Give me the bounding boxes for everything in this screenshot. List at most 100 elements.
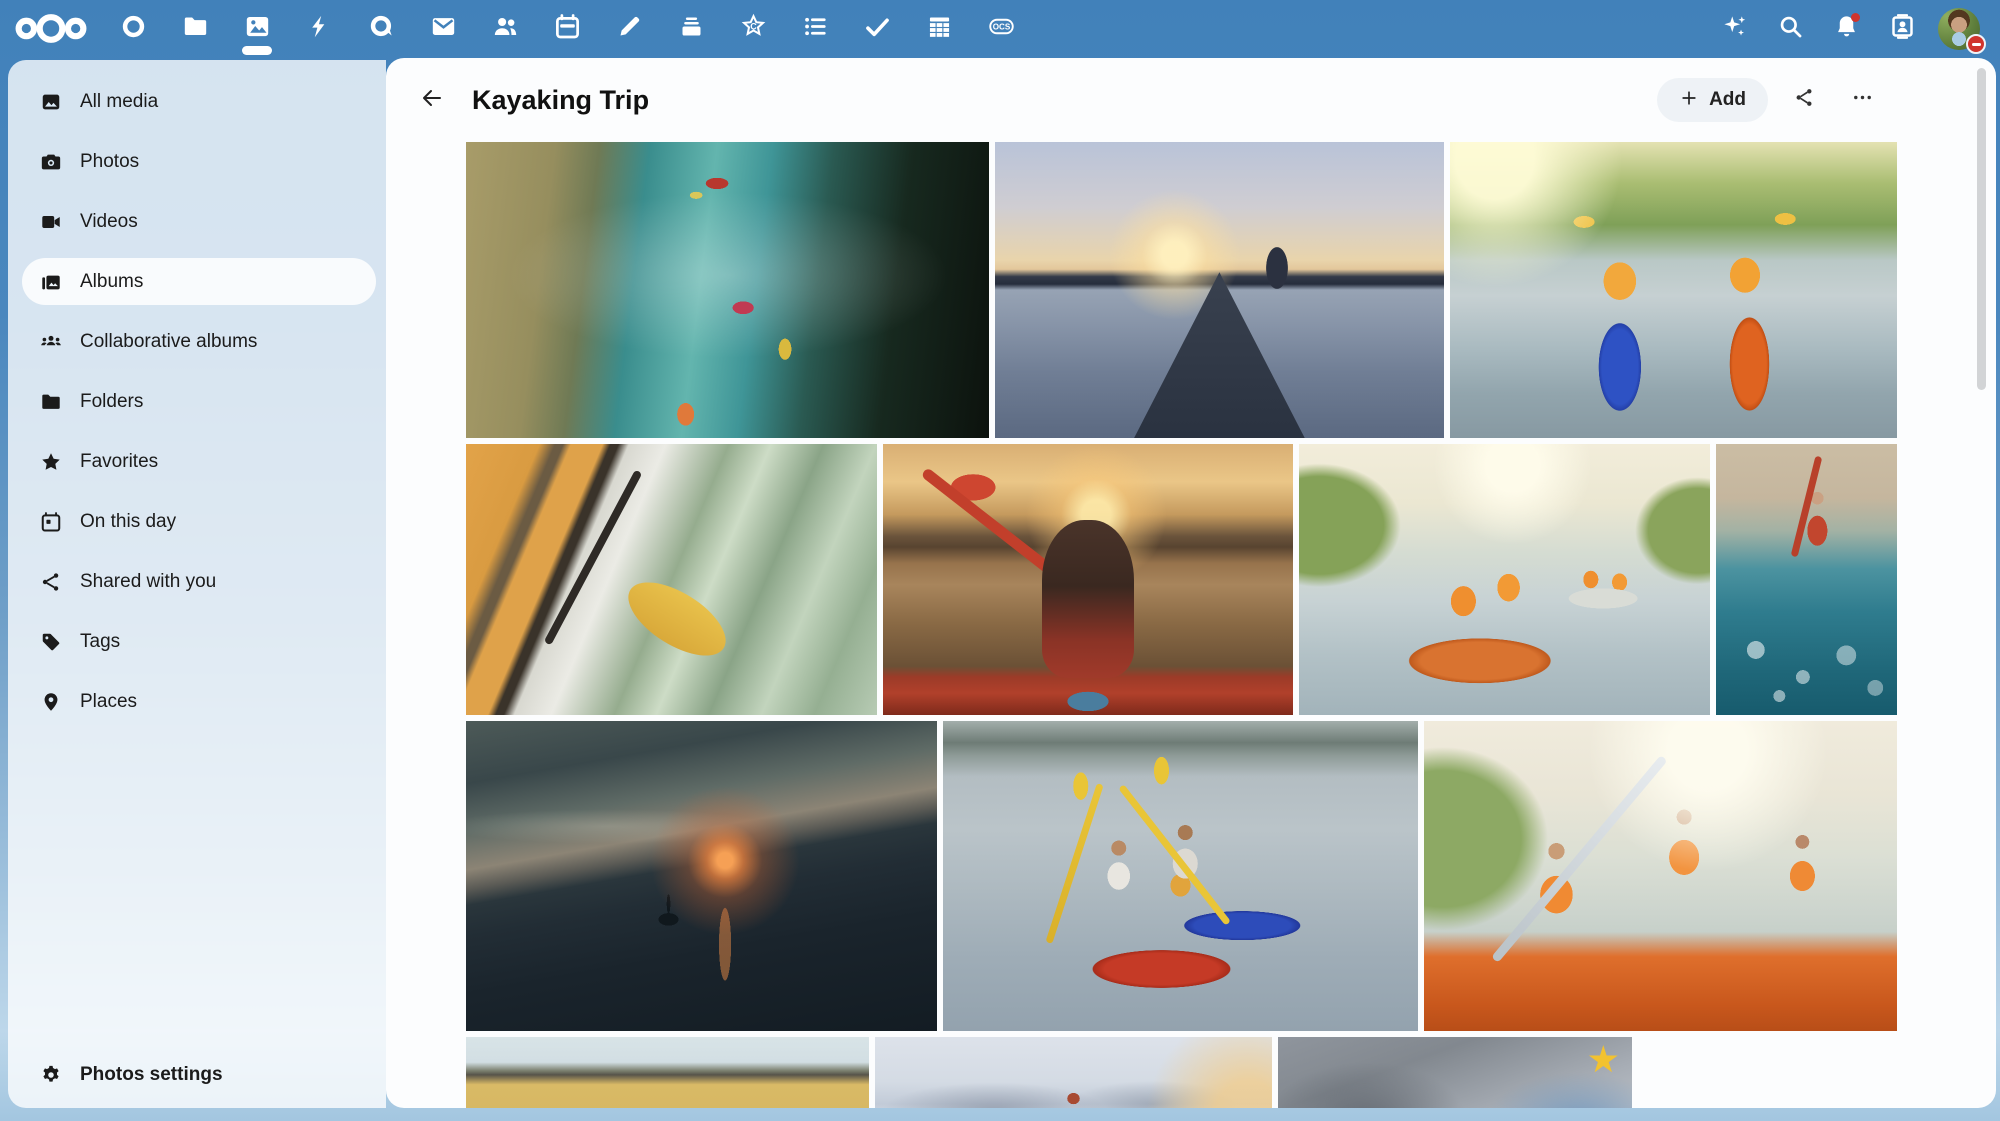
user-menu[interactable]	[1930, 0, 1988, 57]
contacts-icon	[492, 13, 519, 45]
photo-sunset-pov[interactable]	[994, 142, 1444, 438]
photo-aerial-river[interactable]	[466, 142, 989, 438]
back-button[interactable]	[410, 78, 454, 122]
scrollbar[interactable]	[1977, 68, 1986, 390]
notification-dot	[1851, 13, 1860, 22]
video-camera-icon	[40, 211, 62, 233]
folder-icon	[40, 391, 62, 413]
sidebar-item-all-media[interactable]: All media	[22, 78, 376, 125]
sidebar-item-videos[interactable]: Videos	[22, 198, 376, 245]
app-dashboard[interactable]	[102, 0, 164, 57]
photos-settings-button[interactable]: Photos settings	[22, 1052, 376, 1098]
gear-icon	[40, 1064, 62, 1086]
sidebar-item-on-this-day[interactable]: On this day	[22, 498, 376, 545]
photo-cloudy-sky[interactable]	[1277, 1037, 1633, 1108]
map-pin-icon	[40, 691, 62, 713]
app-tables[interactable]	[908, 0, 970, 57]
contacts-menu-button[interactable]	[1874, 0, 1930, 57]
activity-icon	[306, 13, 333, 45]
app-tasks[interactable]	[784, 0, 846, 57]
search-icon	[1777, 13, 1804, 45]
sidebar-item-label: Videos	[80, 210, 138, 232]
photos-settings-label: Photos settings	[80, 1064, 223, 1085]
add-button[interactable]: Add	[1657, 78, 1768, 122]
search-button[interactable]	[1762, 0, 1818, 57]
talk-icon	[368, 13, 395, 45]
sidebar-item-photos[interactable]: Photos	[22, 138, 376, 185]
more-options-button[interactable]	[1840, 78, 1884, 122]
notes-icon	[616, 13, 643, 45]
photo-teal-splash[interactable]	[1716, 444, 1897, 715]
svg-text:C: C	[750, 21, 757, 31]
album-header: Kayaking Trip Add	[386, 58, 1996, 142]
photo-frozen-lake-walk[interactable]	[874, 1037, 1272, 1108]
photo-row	[466, 1037, 1897, 1108]
mail-icon	[430, 13, 457, 45]
sidebar-item-label: On this day	[80, 510, 177, 532]
check-icon	[864, 13, 891, 45]
contacts-menu-icon	[1889, 13, 1916, 45]
photo-row	[466, 444, 1897, 715]
sidebar-item-shared-with-you[interactable]: Shared with you	[22, 558, 376, 605]
assistant-sparkles-icon	[1721, 13, 1748, 45]
notifications-button[interactable]	[1818, 0, 1874, 57]
app-contacts[interactable]	[474, 0, 536, 57]
sidebar-item-favorites[interactable]: Favorites	[22, 438, 376, 485]
sidebar-item-folders[interactable]: Folders	[22, 378, 376, 425]
sidebar-item-label: Shared with you	[80, 570, 217, 592]
sidebar-item-label: Tags	[80, 630, 121, 652]
sidebar-item-albums[interactable]: Albums	[22, 258, 376, 305]
app-photos-active[interactable]	[226, 0, 288, 57]
app-calendar[interactable]	[536, 0, 598, 57]
nextcloud-logo[interactable]	[14, 11, 88, 47]
photo-row	[466, 142, 1897, 438]
app-files[interactable]	[164, 0, 226, 57]
share-button[interactable]	[1782, 78, 1826, 122]
favorite-star-icon	[1588, 1045, 1618, 1073]
photo-tandem-orange-kayak[interactable]	[1299, 444, 1711, 715]
app-collectives[interactable]: C	[722, 0, 784, 57]
people-group-icon	[40, 331, 62, 353]
photo-orange-vest-closeup[interactable]	[466, 444, 878, 715]
sidebar-item-label: Photos	[80, 150, 140, 172]
calendar-icon	[554, 13, 581, 45]
photo-golden-field[interactable]	[466, 1037, 869, 1108]
app-ocs[interactable]: OCS	[970, 0, 1032, 57]
more-options-icon	[1851, 86, 1874, 114]
assistant-button[interactable]	[1706, 0, 1762, 57]
top-bar: C OCS	[0, 0, 2000, 57]
sidebar-item-collaborative-albums[interactable]: Collaborative albums	[22, 318, 376, 365]
tasks-list-icon	[802, 13, 829, 45]
sidebar-item-label: Folders	[80, 390, 144, 412]
share-icon	[40, 571, 62, 593]
sidebar-item-places[interactable]: Places	[22, 678, 376, 725]
back-arrow-icon	[420, 86, 444, 115]
app-checks[interactable]	[846, 0, 908, 57]
sidebar-item-label: Collaborative albums	[80, 330, 258, 352]
sidebar-item-label: Favorites	[80, 450, 159, 472]
photos-icon	[244, 13, 271, 45]
active-app-indicator	[242, 46, 272, 55]
share-icon	[1793, 86, 1816, 114]
tables-icon	[926, 13, 953, 45]
sidebar-item-tags[interactable]: Tags	[22, 618, 376, 665]
topbar-right-cluster	[1706, 0, 2000, 57]
app-deck[interactable]	[660, 0, 722, 57]
app-mail[interactable]	[412, 0, 474, 57]
app-talk[interactable]	[350, 0, 412, 57]
photo-red-blue-kayaks[interactable]	[943, 721, 1418, 1031]
dashboard-icon	[120, 13, 147, 45]
app-activity[interactable]	[288, 0, 350, 57]
photo-two-kayaks-back[interactable]	[1449, 142, 1897, 438]
albums-icon	[40, 271, 62, 293]
photo-red-kayak-sunset[interactable]	[883, 444, 1294, 715]
photo-row	[466, 721, 1897, 1031]
collectives-icon: C	[740, 13, 767, 45]
ocs-icon: OCS	[988, 13, 1015, 45]
sidebar-item-label: Places	[80, 690, 138, 712]
calendar-day-icon	[40, 511, 62, 533]
page-title: Kayaking Trip	[472, 84, 650, 115]
photo-dark-sunset[interactable]	[466, 721, 937, 1031]
photo-group-orange-kayak[interactable]	[1424, 721, 1897, 1031]
app-notes[interactable]	[598, 0, 660, 57]
